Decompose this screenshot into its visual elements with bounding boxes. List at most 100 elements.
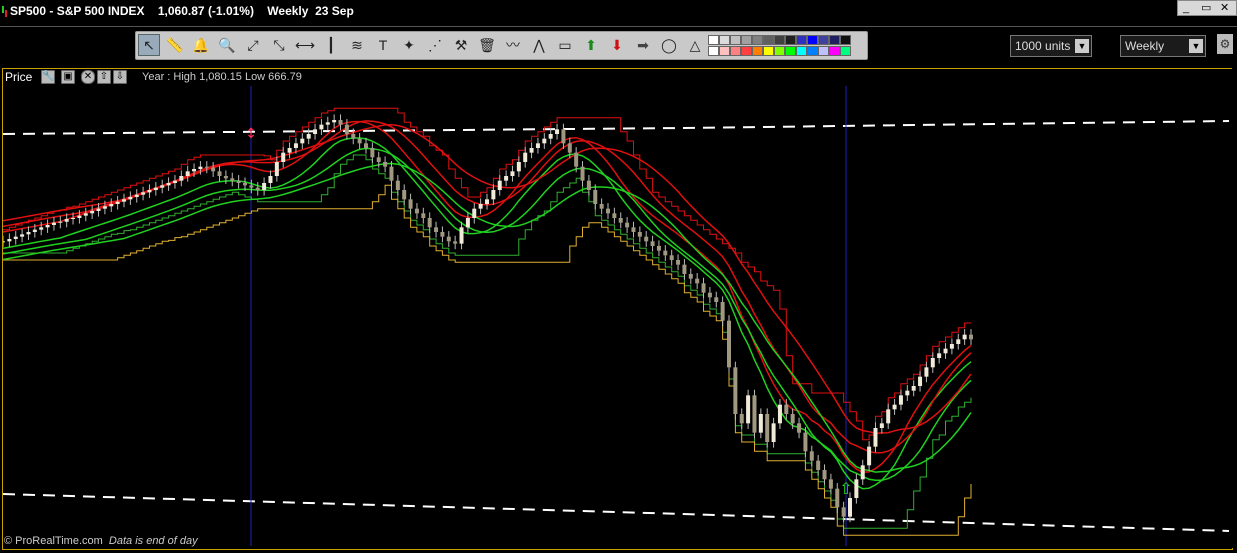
candle-body bbox=[593, 190, 598, 204]
alert-bell-tool[interactable]: 🔔 bbox=[190, 34, 212, 56]
color-swatch[interactable] bbox=[752, 35, 763, 45]
close-icon[interactable]: ✕ bbox=[1220, 1, 1229, 15]
color-swatch[interactable] bbox=[719, 46, 730, 56]
extended-line-tool[interactable]: ⤡ bbox=[268, 34, 290, 56]
candle-body bbox=[644, 236, 649, 242]
upper-band-line bbox=[3, 124, 972, 435]
color-swatch[interactable] bbox=[785, 35, 796, 45]
candle-body bbox=[918, 376, 923, 386]
color-swatch[interactable] bbox=[818, 46, 829, 56]
up-arrow-tool[interactable]: ⬆ bbox=[580, 34, 602, 56]
candle-body bbox=[45, 225, 50, 228]
pointer-tool[interactable]: ↖ bbox=[138, 34, 160, 56]
trendline-tool[interactable]: ⤢ bbox=[242, 34, 264, 56]
color-swatch[interactable] bbox=[730, 35, 741, 45]
candle-body bbox=[816, 460, 821, 470]
donchian-high-line bbox=[3, 107, 971, 441]
tools-tool[interactable]: ⚒ bbox=[450, 34, 472, 56]
candle-body bbox=[485, 199, 489, 204]
color-swatch[interactable] bbox=[708, 35, 719, 45]
color-swatch[interactable] bbox=[763, 35, 774, 45]
candle-body bbox=[217, 171, 222, 176]
color-swatch[interactable] bbox=[752, 46, 763, 56]
candle-body bbox=[255, 187, 260, 190]
down-arrow-tool[interactable]: ⬇ bbox=[606, 34, 628, 56]
ellipse-tool[interactable]: ◯ bbox=[658, 34, 680, 56]
color-swatch[interactable] bbox=[708, 46, 719, 56]
triangle-tool[interactable]: △ bbox=[684, 34, 706, 56]
candle-body bbox=[306, 134, 311, 139]
candle-body bbox=[555, 129, 560, 134]
color-swatch[interactable] bbox=[763, 46, 774, 56]
horizontal-line-tool[interactable]: ⟷ bbox=[294, 34, 316, 56]
color-swatch[interactable] bbox=[741, 35, 752, 45]
minimize-icon[interactable]: _ bbox=[1183, 1, 1189, 15]
candle-body bbox=[937, 353, 942, 358]
price-scale[interactable] bbox=[1232, 68, 1237, 548]
candle-body bbox=[956, 339, 961, 344]
candle-body bbox=[26, 232, 31, 235]
window-icon[interactable]: ▣ bbox=[61, 70, 75, 84]
color-swatch[interactable] bbox=[796, 46, 807, 56]
color-swatch[interactable] bbox=[829, 35, 840, 45]
color-swatch[interactable] bbox=[840, 35, 851, 45]
candle-body bbox=[115, 201, 120, 204]
color-swatch[interactable] bbox=[774, 35, 785, 45]
color-swatch[interactable] bbox=[807, 46, 818, 56]
color-swatch[interactable] bbox=[818, 35, 829, 45]
pattern-tool[interactable]: ⋀ bbox=[528, 34, 550, 56]
color-swatch[interactable] bbox=[829, 46, 840, 56]
fan-tool[interactable]: ⋰ bbox=[424, 34, 446, 56]
close-panel-icon[interactable]: ✕ bbox=[81, 70, 95, 84]
window-title-bar: SP500 - S&P 500 INDEX 1,060.87 (-1.01%) … bbox=[0, 0, 1237, 24]
candle-body bbox=[574, 152, 579, 167]
candle-body bbox=[281, 152, 286, 162]
rectangle-tool[interactable]: ▭ bbox=[554, 34, 576, 56]
text-tool[interactable]: T bbox=[372, 34, 394, 56]
candle-body bbox=[268, 176, 273, 183]
ruler-tool[interactable]: 📏 bbox=[164, 34, 186, 56]
candle-body bbox=[746, 395, 751, 424]
units-dropdown[interactable]: 1000 units ▼ bbox=[1010, 35, 1092, 57]
candle-body bbox=[637, 232, 642, 237]
delete-tool[interactable]: 🗑 bbox=[476, 34, 498, 56]
color-swatch[interactable] bbox=[796, 35, 807, 45]
candle-body bbox=[338, 120, 343, 125]
fibonacci-tool[interactable]: ✦ bbox=[398, 34, 420, 56]
candle-body bbox=[930, 358, 935, 368]
candle-body bbox=[77, 215, 82, 218]
zoom-tool[interactable]: 🔍 bbox=[216, 34, 238, 56]
candle-body bbox=[230, 178, 235, 181]
move-down-icon[interactable]: ⇩ bbox=[113, 70, 127, 84]
candle-body bbox=[440, 232, 445, 237]
right-arrow-tool[interactable]: ➡ bbox=[632, 34, 654, 56]
candle-body bbox=[160, 185, 165, 188]
channel-tool[interactable]: ≋ bbox=[346, 34, 368, 56]
candle-body bbox=[580, 166, 585, 181]
candle-body bbox=[408, 199, 413, 209]
color-swatch[interactable] bbox=[840, 46, 851, 56]
color-swatch[interactable] bbox=[730, 46, 741, 56]
price-chart-svg[interactable]: ⇧↕ bbox=[3, 86, 1229, 546]
period-dropdown[interactable]: Weekly ▼ bbox=[1120, 35, 1206, 57]
color-swatch[interactable] bbox=[719, 35, 730, 45]
color-swatch[interactable] bbox=[785, 46, 796, 56]
candle-body bbox=[809, 451, 814, 461]
color-swatch[interactable] bbox=[807, 35, 818, 45]
color-swatch[interactable] bbox=[741, 46, 752, 56]
candle-body bbox=[236, 180, 241, 183]
chart-footer: © ProRealTime.com Data is end of day bbox=[4, 535, 198, 547]
candle-body bbox=[682, 264, 687, 274]
candle-body bbox=[892, 404, 897, 410]
wave-tool[interactable]: 〰 bbox=[502, 34, 524, 56]
candle-body bbox=[650, 241, 655, 246]
vertical-line-tool[interactable]: ┃ bbox=[320, 34, 342, 56]
color-swatch[interactable] bbox=[774, 46, 785, 56]
wrench-icon[interactable]: 🔧 bbox=[41, 70, 55, 84]
title-period: Weekly bbox=[267, 4, 309, 18]
settings-gear-icon[interactable]: ⚙ bbox=[1217, 34, 1233, 54]
candle-body bbox=[765, 414, 770, 442]
maximize-icon[interactable]: ▭ bbox=[1201, 1, 1211, 15]
candle-body bbox=[128, 197, 133, 200]
move-up-icon[interactable]: ⇧ bbox=[97, 70, 111, 84]
